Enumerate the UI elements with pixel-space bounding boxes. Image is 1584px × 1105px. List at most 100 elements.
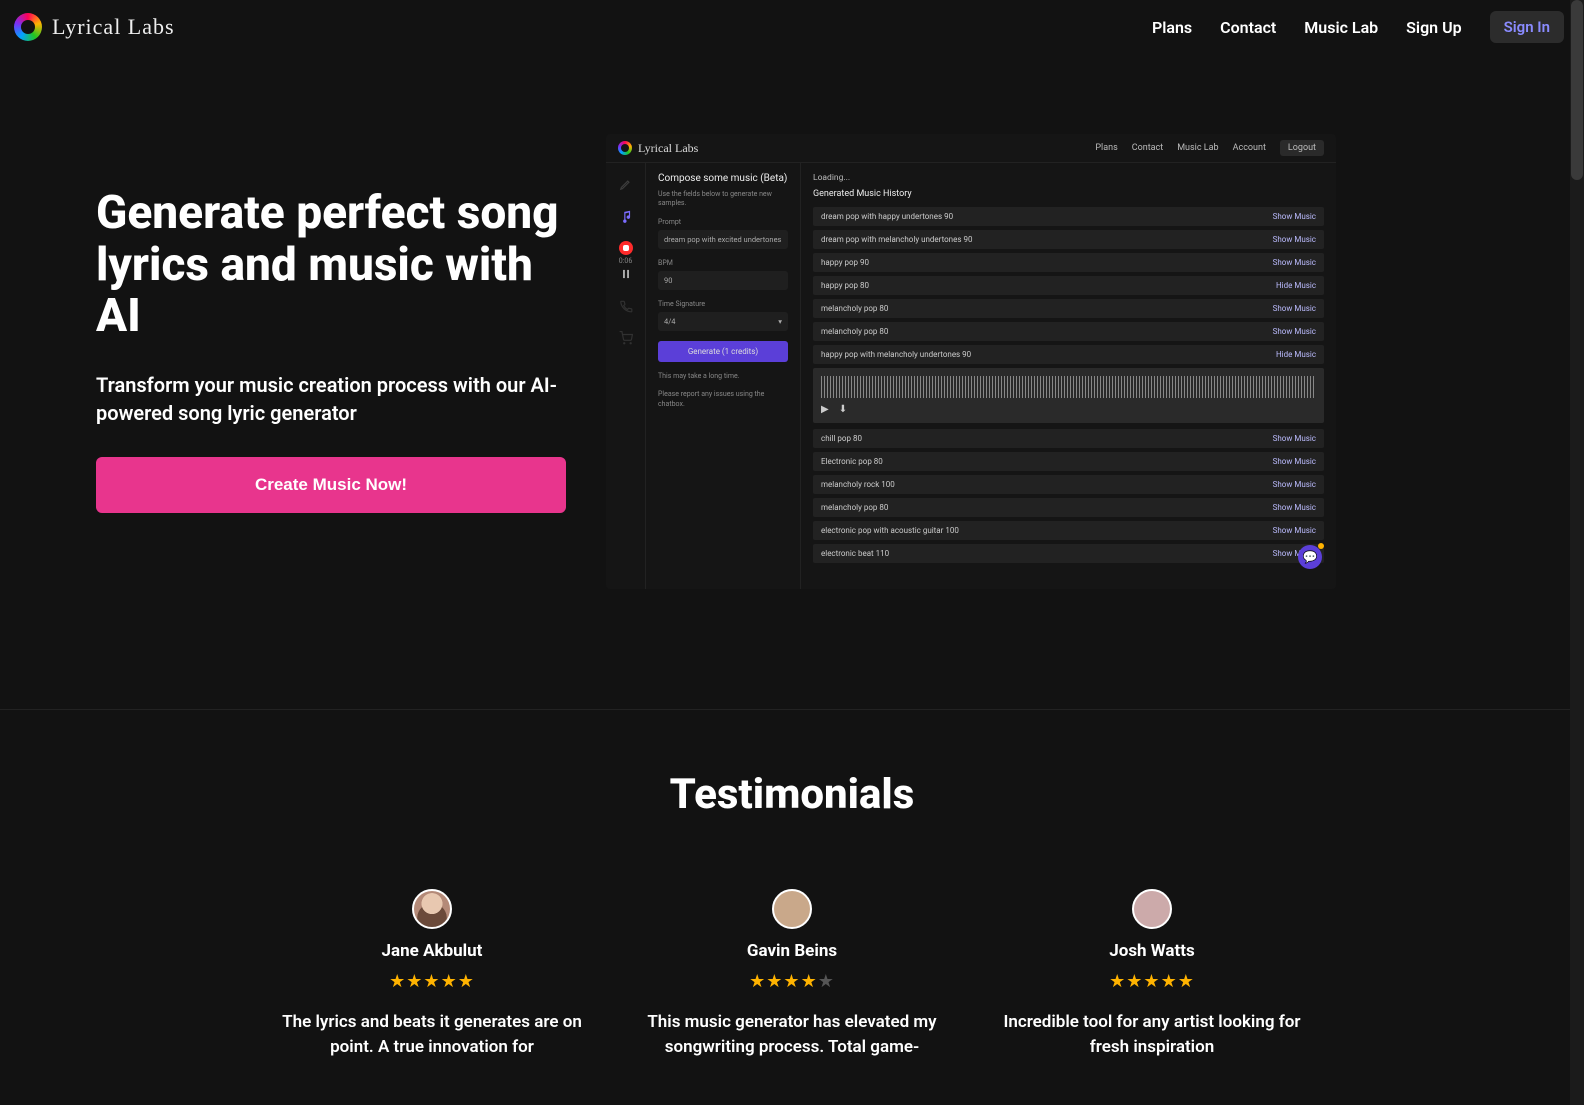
compose-note-1: This may take a long time. [658,372,788,382]
show-music-link[interactable]: Show Music [1273,258,1316,267]
loading-text: Loading... [813,173,1324,183]
history-row: melancholy pop 80Show Music [813,498,1324,517]
app-nav-account[interactable]: Account [1233,143,1266,153]
history-list: dream pop with happy undertones 90 Show M… [813,207,1324,563]
history-item-name: dream pop with melancholy undertones 90 [821,235,972,244]
music-note-icon[interactable] [619,209,633,223]
brand-name: Lyrical Labs [52,14,175,40]
testimonial-card: Jane Akbulut★★★★★The lyrics and beats it… [282,889,582,1059]
nav-contact[interactable]: Contact [1220,18,1276,37]
hide-music-link[interactable]: Hide Music [1276,281,1316,290]
hero-copy: Generate perfect song lyrics and music w… [96,134,566,589]
avatar [772,889,812,929]
history-item-name: happy pop with melancholy undertones 90 [821,350,971,359]
app-body: 0:06 Compose some music (Beta) Use the f… [606,163,1336,589]
download-icon[interactable]: ⬇ [839,404,847,415]
history-item-name: electronic pop with acoustic guitar 100 [821,526,959,535]
phone-icon[interactable] [619,299,633,313]
star-rating: ★★★★★ [642,971,942,992]
app-preview: Lyrical Labs Plans Contact Music Lab Acc… [606,134,1336,589]
show-music-link[interactable]: Show Music [1273,457,1316,466]
app-nav-contact[interactable]: Contact [1132,143,1163,153]
history-row: melancholy pop 80Show Music [813,322,1324,341]
history-item-name: chill pop 80 [821,434,862,443]
history-row: Electronic pop 80Show Music [813,452,1324,471]
show-music-link[interactable]: Show Music [1273,212,1316,221]
compose-note-2: Please report any issues using the chatb… [658,390,788,410]
history-item-name: happy pop 90 [821,258,869,267]
show-music-link[interactable]: Show Music [1273,434,1316,443]
sign-in-button[interactable]: Sign In [1490,11,1564,43]
history-item-name: melancholy pop 80 [821,304,888,313]
chat-bubble-icon[interactable]: 💬 [1298,545,1322,569]
history-row: melancholy rock 100 Show Music [813,475,1324,494]
avatar [1132,889,1172,929]
top-nav: Lyrical Labs Plans Contact Music Lab Sig… [0,0,1584,54]
prompt-input[interactable]: dream pop with excited undertones [658,230,788,249]
time-sig-select[interactable]: 4/4 ▾ [658,312,788,331]
testimonials-grid: Jane Akbulut ★★★★★ The lyrics and beats it… [40,889,1544,1059]
history-row: happy pop 80 Hide Music [813,276,1324,295]
history-row: dream pop with melancholy undertones 90 S… [813,230,1324,249]
scrollbar-thumb[interactable] [1571,0,1583,180]
show-music-link[interactable]: Show Music [1273,327,1316,336]
history-row: electronic beat 110Show Music [813,544,1324,563]
testimonial-card: Josh Watts★★★★★Incredible tool for any a… [1002,889,1302,1059]
record-icon[interactable] [619,241,633,255]
history-row: chill pop 80 Show Music [813,429,1324,448]
nav-music-lab[interactable]: Music Lab [1304,18,1378,37]
history-row: dream pop with happy undertones 90 Show M… [813,207,1324,226]
history-panel: Loading... Generated Music History dream… [801,163,1336,589]
hide-music-link[interactable]: Hide Music [1276,350,1316,359]
history-item-name: electronic beat 110 [821,549,889,558]
compose-panel: Compose some music (Beta) Use the fields… [646,163,801,589]
app-nav-plans[interactable]: Plans [1095,143,1117,153]
app-brand: Lyrical Labs [618,141,698,156]
time-sig-value: 4/4 [664,317,676,326]
star-rating: ★★★★★ [1002,971,1302,992]
nav-sign-up[interactable]: Sign Up [1406,18,1461,37]
testimonial-text: The lyrics and beats it generates are on… [282,1010,582,1059]
notification-dot-icon [1318,543,1324,549]
testimonial-name: Gavin Beins [642,941,942,961]
pause-icon[interactable] [619,267,633,281]
app-nav: Plans Contact Music Lab Account Logout [1095,140,1324,156]
testimonial-name: Josh Watts [1002,941,1302,961]
hero-title: Generate perfect song lyrics and music w… [96,188,566,343]
app-sidebar: 0:06 [606,163,646,589]
app-main: Compose some music (Beta) Use the fields… [646,163,1336,589]
cart-icon[interactable] [619,331,633,345]
create-music-button[interactable]: Create Music Now! [96,457,566,513]
time-sig-label: Time Signature [658,300,788,308]
waveform[interactable] [821,376,1316,398]
pencil-icon[interactable] [619,177,633,191]
nav-plans[interactable]: Plans [1152,18,1192,37]
bpm-label: BPM [658,259,788,267]
app-topbar: Lyrical Labs Plans Contact Music Lab Acc… [606,134,1336,163]
app-nav-music-lab[interactable]: Music Lab [1177,143,1218,153]
brand-logo-icon [14,13,42,41]
show-music-link[interactable]: Show Music [1273,235,1316,244]
testimonial-name: Jane Akbulut [282,941,582,961]
brand[interactable]: Lyrical Labs [14,13,175,41]
avatar [412,889,452,929]
show-music-link[interactable]: Show Music [1273,480,1316,489]
app-logout-button[interactable]: Logout [1280,140,1324,156]
show-music-link[interactable]: Show Music [1273,304,1316,313]
prompt-label: Prompt [658,218,788,226]
history-item-name: happy pop 80 [821,281,869,290]
nav-links: Plans Contact Music Lab Sign Up Sign In [1152,11,1564,43]
hero-subtitle: Transform your music creation process wi… [96,371,566,427]
history-row: melancholy pop 80 Show Music [813,299,1324,318]
app-brand-name: Lyrical Labs [638,141,698,156]
play-icon[interactable]: ▶ [821,404,829,415]
generate-button[interactable]: Generate (1 credits) [658,341,788,362]
show-music-link[interactable]: Show Music [1273,503,1316,512]
page-scrollbar[interactable] [1570,0,1584,1105]
history-row: electronic pop with acoustic guitar 100 S… [813,521,1324,540]
bpm-input[interactable]: 90 [658,271,788,290]
history-heading: Generated Music History [813,189,1324,199]
show-music-link[interactable]: Show Music [1273,526,1316,535]
history-item-name: melancholy rock 100 [821,480,895,489]
history-item-name: dream pop with happy undertones 90 [821,212,953,221]
